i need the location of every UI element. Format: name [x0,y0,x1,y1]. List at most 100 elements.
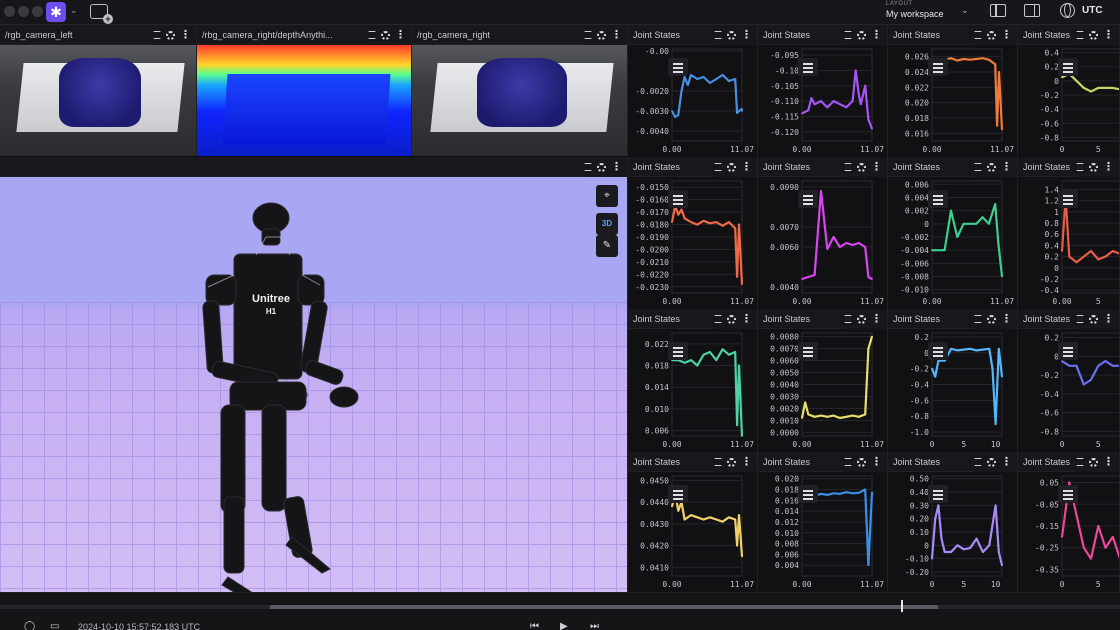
joint-states-panel[interactable]: Joint States ⋮ 0.0080 0.0070 0.0060 0.0050 0.0… [758,309,888,452]
more-icon[interactable]: ⋮ [1001,161,1012,173]
more-icon[interactable]: ⋮ [1001,313,1012,325]
chart-settings-icon[interactable] [1058,342,1078,360]
more-icon[interactable]: ⋮ [180,29,191,41]
window-dot[interactable] [18,6,29,17]
more-icon[interactable]: ⋮ [1103,456,1114,468]
more-icon[interactable]: ⋮ [1103,313,1114,325]
measure-tool-button[interactable]: ✎ [596,235,618,257]
camera-right-panel[interactable]: /rgb_camera_right ⋮ [412,25,628,156]
more-icon[interactable]: ⋮ [871,456,882,468]
chart-settings-icon[interactable] [1058,485,1078,503]
gear-icon[interactable] [727,30,736,40]
joint-states-panel[interactable]: Joint States ⋮ 0.2 0 -0.2 -0.4 -0.6 -0.8 -1.0 0 5 1… [888,309,1018,452]
gear-icon[interactable] [987,30,996,40]
3d-panel[interactable]: ⋮ Unitree H1 ⌖ 3D ✎ [0,157,628,592]
expand-icon[interactable] [1076,163,1084,171]
expand-icon[interactable] [153,31,161,39]
expand-icon[interactable] [714,31,722,39]
right-sidebar-toggle-icon[interactable] [1024,4,1040,17]
3d-viewport[interactable]: Unitree H1 ⌖ 3D ✎ [0,177,627,592]
gear-icon[interactable] [727,162,736,172]
joint-states-panel[interactable]: Joint States ⋮ 0.0090 0.0070 0.0060 0.0040 0.0… [758,157,888,309]
expand-icon[interactable] [714,163,722,171]
chart-settings-icon[interactable] [1058,190,1078,208]
joint-states-panel[interactable]: Joint States ⋮ 0.006 0.004 0.002 0 -0.002 -0.00… [888,157,1018,309]
layout-selector[interactable]: My workspace [886,9,944,19]
more-icon[interactable]: ⋮ [741,456,752,468]
3d-mode-button[interactable]: 3D [596,213,618,235]
chart-settings-icon[interactable] [928,485,948,503]
play-button[interactable]: ▶ [560,621,568,630]
expand-icon[interactable] [844,458,852,466]
joint-states-panel[interactable]: Joint States ⋮ 0.4 0.2 0 -0.2 -0.4 -0.6 -0.8 0 5 [1018,25,1120,157]
joint-states-panel[interactable]: Joint States ⋮ -0.00 -0.0020 -0.0030 -0.0040 0… [628,25,758,157]
expand-icon[interactable] [974,315,982,323]
app-menu-caret-icon[interactable]: ⌄ [70,5,78,16]
gear-icon[interactable] [857,314,866,324]
app-logo-icon[interactable]: ✱ [46,2,66,22]
seek-back-button[interactable]: ⏮ [530,621,539,630]
gear-icon[interactable] [857,30,866,40]
chart-settings-icon[interactable] [798,58,818,76]
window-dot[interactable] [32,6,43,17]
layout-caret-icon[interactable]: ⌄ [961,5,969,16]
more-icon[interactable]: ⋮ [611,161,622,173]
gear-icon[interactable] [597,30,606,40]
gear-icon[interactable] [1089,30,1098,40]
gear-icon[interactable] [166,30,175,40]
chart-settings-icon[interactable] [798,342,818,360]
gear-icon[interactable] [987,162,996,172]
left-sidebar-toggle-icon[interactable] [990,4,1006,17]
chart-settings-icon[interactable] [668,58,688,76]
select-tool-button[interactable]: ⌖ [596,185,618,207]
gear-icon[interactable] [381,30,390,40]
more-icon[interactable]: ⋮ [1103,161,1114,173]
expand-icon[interactable] [584,163,592,171]
gear-icon[interactable] [1089,314,1098,324]
camera-left-panel[interactable]: /rgb_camera_left ⋮ [0,25,197,156]
more-icon[interactable]: ⋮ [1103,29,1114,41]
chart-settings-icon[interactable] [798,485,818,503]
gear-icon[interactable] [987,457,996,467]
expand-icon[interactable] [714,315,722,323]
joint-states-panel[interactable]: Joint States ⋮ -0.0150 -0.0160 -0.0170 -0.018… [628,157,758,309]
gear-icon[interactable] [1089,457,1098,467]
chart-settings-icon[interactable] [668,485,688,503]
window-dot[interactable] [4,6,15,17]
expand-icon[interactable] [844,315,852,323]
expand-icon[interactable] [974,458,982,466]
add-panel-icon[interactable]: + [90,4,113,24]
gear-icon[interactable] [727,314,736,324]
gear-icon[interactable] [597,162,606,172]
more-icon[interactable]: ⋮ [611,29,622,41]
chart-settings-icon[interactable] [1058,58,1078,76]
expand-icon[interactable] [1076,31,1084,39]
expand-icon[interactable] [1076,458,1084,466]
timeline-playhead[interactable] [901,600,903,612]
playback-menu-icon[interactable]: ▭ [50,621,59,630]
joint-states-panel[interactable]: Joint States ⋮ -0.095 -0.10 -0.105 -0.110 -0.1… [758,25,888,157]
chart-settings-icon[interactable] [798,190,818,208]
joint-states-panel[interactable]: Joint States ⋮ 0.026 0.024 0.022 0.020 0.018 0.… [888,25,1018,157]
more-icon[interactable]: ⋮ [741,29,752,41]
expand-icon[interactable] [584,31,592,39]
joint-states-panel[interactable]: Joint States ⋮ 1.4 1.2 1 0.8 0.6 0.4 0.2 0 -0.2 -0.… [1018,157,1120,309]
expand-icon[interactable] [974,163,982,171]
more-icon[interactable]: ⋮ [395,29,406,41]
expand-icon[interactable] [844,163,852,171]
more-icon[interactable]: ⋮ [741,313,752,325]
expand-icon[interactable] [714,458,722,466]
joint-states-panel[interactable]: Joint States ⋮ 0.2 0 -0.2 -0.4 -0.6 -0.8 0 5 [1018,309,1120,452]
seek-forward-button[interactable]: ⏭ [590,621,599,630]
chart-settings-icon[interactable] [928,190,948,208]
chart-settings-icon[interactable] [668,342,688,360]
more-icon[interactable]: ⋮ [1001,29,1012,41]
gear-icon[interactable] [857,162,866,172]
gear-icon[interactable] [727,457,736,467]
more-icon[interactable]: ⋮ [741,161,752,173]
camera-depth-panel[interactable]: /rbg_camera_right/depthAnythi... ⋮ [197,25,412,156]
gear-icon[interactable] [857,457,866,467]
chart-settings-icon[interactable] [668,190,688,208]
joint-states-panel[interactable]: Joint States ⋮ 0.022 0.018 0.014 0.010 0.006 0.… [628,309,758,452]
joint-states-panel[interactable]: Joint States ⋮ 0.05 -0.05 -0.15 -0.25 -0.35 0 5 [1018,452,1120,592]
